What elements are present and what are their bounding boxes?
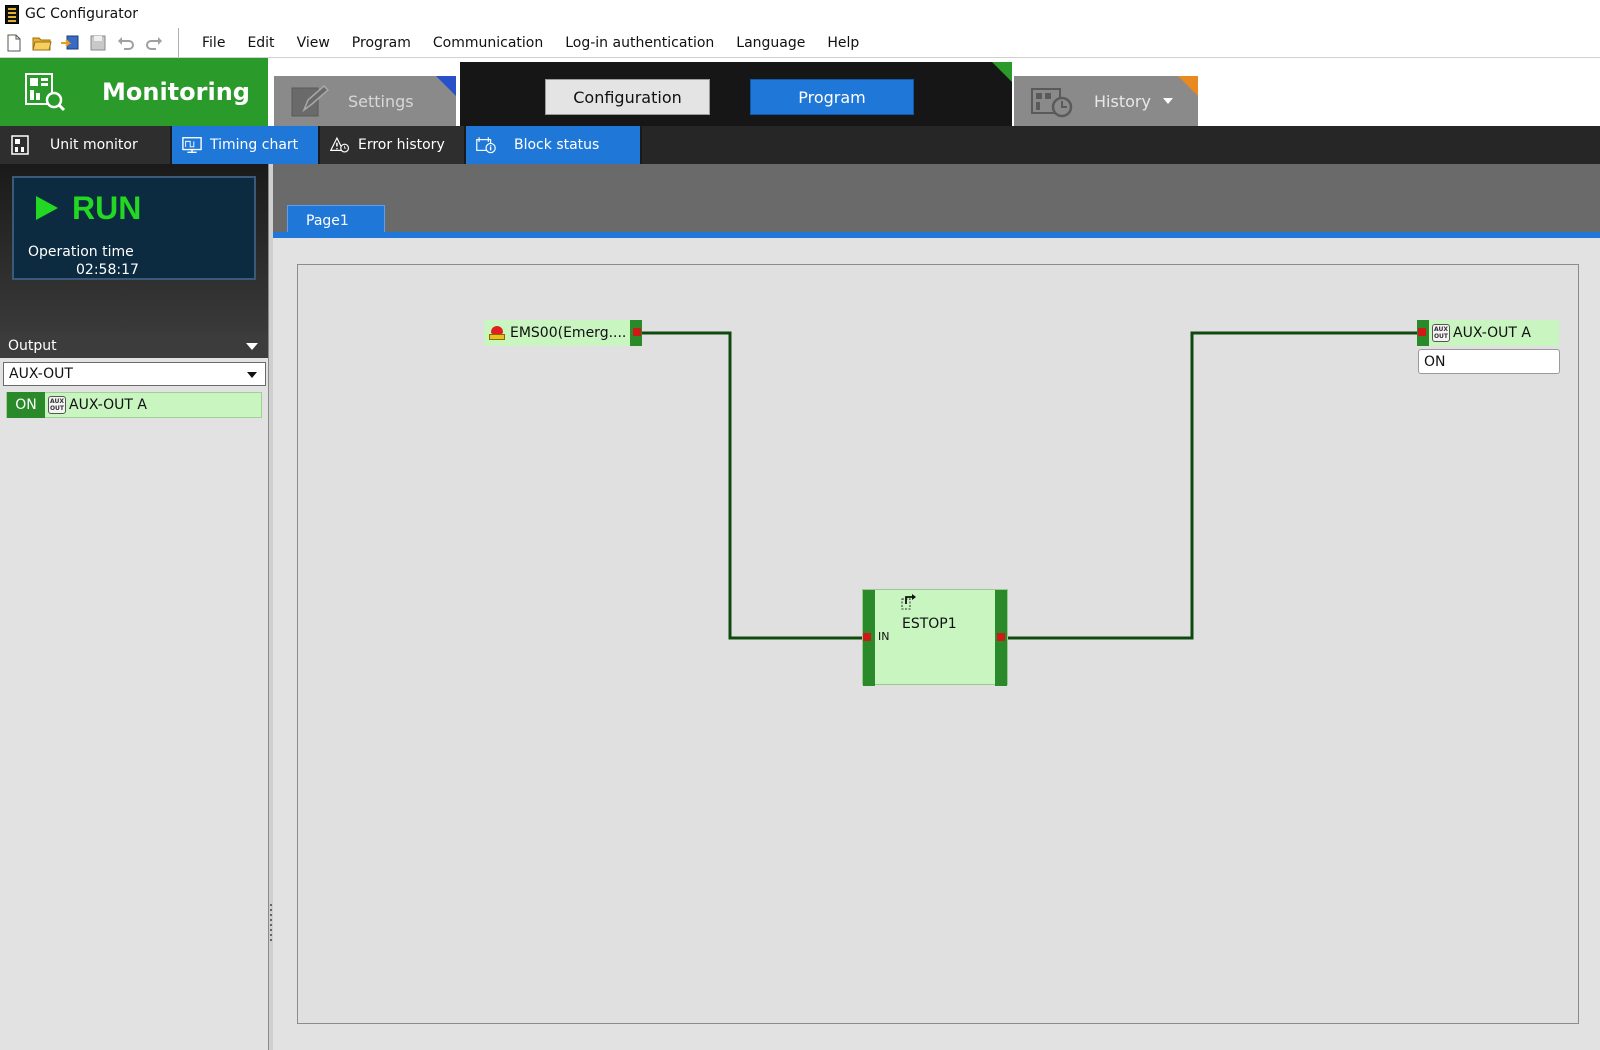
- estop-function-icon: [900, 594, 918, 612]
- aux-out-a-label: AUX-OUT A: [1453, 325, 1532, 341]
- aux-out-a-input-terminal[interactable]: [1417, 320, 1429, 346]
- tab-page1[interactable]: Page1: [287, 205, 385, 235]
- error-history-icon: [330, 135, 350, 155]
- block-status-icon: [476, 135, 496, 155]
- save-icon[interactable]: [88, 33, 108, 53]
- output-row-label: AUX-OUT A: [69, 397, 148, 413]
- chevron-down-icon[interactable]: [246, 343, 258, 350]
- history-label: History: [1094, 91, 1151, 111]
- operation-time-value: 02:58:17: [76, 262, 139, 278]
- estop1-name: ESTOP1: [902, 616, 957, 632]
- menu-language[interactable]: Language: [725, 35, 816, 51]
- splitter-grip[interactable]: [270, 904, 272, 944]
- configuration-program-area: Configuration Program: [460, 62, 1012, 126]
- redo-icon[interactable]: [144, 33, 164, 53]
- configuration-button[interactable]: Configuration: [545, 79, 710, 115]
- timing-chart-label: Timing chart: [210, 137, 299, 153]
- menu-edit[interactable]: Edit: [236, 35, 285, 51]
- subtab-unit-monitor[interactable]: Unit monitor: [0, 126, 172, 164]
- subtab-error-history[interactable]: Error history: [320, 126, 466, 164]
- monitor-magnifier-icon: [24, 72, 66, 112]
- new-file-icon[interactable]: [4, 33, 24, 53]
- output-panel-header[interactable]: Output: [0, 334, 270, 358]
- program-corner-marker: [992, 62, 1012, 82]
- run-state: RUN: [72, 190, 142, 226]
- output-state-badge: ON: [7, 392, 45, 418]
- app-icon: [5, 4, 19, 24]
- output-type-select[interactable]: AUX-OUT: [3, 362, 266, 386]
- run-status-box: RUN Operation time 02:58:17: [12, 176, 256, 280]
- ems00-output-terminal[interactable]: [630, 320, 642, 346]
- chevron-down-icon[interactable]: [247, 372, 257, 378]
- main-tab-header: Monitoring Settings Configuration Progra…: [0, 58, 1600, 126]
- settings-pencil-icon: [290, 84, 330, 118]
- settings-corner-marker: [436, 76, 456, 96]
- emergency-stop-icon: [488, 324, 506, 342]
- settings-label: Settings: [348, 91, 414, 111]
- tab-settings[interactable]: Settings: [274, 76, 456, 126]
- tab-monitoring[interactable]: Monitoring: [0, 58, 268, 126]
- ems00-input-block[interactable]: EMS00(Emerg....: [484, 320, 642, 346]
- window-title: GC Configurator: [25, 6, 139, 22]
- error-history-label: Error history: [358, 137, 445, 153]
- import-icon[interactable]: [60, 33, 80, 53]
- tab-history[interactable]: History: [1014, 76, 1198, 126]
- timing-chart-icon: [182, 135, 202, 155]
- title-bar: GC Configurator: [0, 0, 1600, 28]
- history-clock-icon: [1030, 83, 1074, 119]
- program-button[interactable]: Program: [750, 79, 914, 115]
- menu-program[interactable]: Program: [341, 35, 422, 51]
- quick-toolbar: [0, 28, 179, 57]
- play-icon: [36, 196, 58, 220]
- operation-time-label: Operation time: [28, 244, 134, 260]
- page-tab-strip: Page1: [273, 164, 1600, 238]
- status-area: RUN Operation time 02:58:17: [0, 164, 270, 334]
- output-header-label: Output: [8, 338, 57, 354]
- unit-monitor-label: Unit monitor: [50, 137, 138, 153]
- menu-view[interactable]: View: [286, 35, 341, 51]
- aux-out-icon: AUX OUT: [1432, 324, 1450, 342]
- menu-help[interactable]: Help: [816, 35, 870, 51]
- menu-file[interactable]: File: [191, 35, 236, 51]
- block-status-label: Block status: [514, 137, 600, 153]
- estop1-output-terminal[interactable]: [997, 633, 1005, 641]
- estop1-input-terminal[interactable]: [863, 633, 871, 641]
- estop1-function-block[interactable]: IN ESTOP1: [862, 589, 1008, 686]
- aux-out-icon: AUX OUT: [48, 396, 66, 414]
- output-type-selected: AUX-OUT: [9, 366, 73, 382]
- ems00-label: EMS00(Emerg....: [510, 325, 627, 341]
- open-folder-icon[interactable]: [32, 33, 52, 53]
- menu-bar: File Edit View Program Communication Log…: [0, 28, 1600, 58]
- unit-monitor-icon: [10, 135, 30, 155]
- aux-out-a-output-block[interactable]: AUX OUT AUX-OUT A: [1417, 320, 1559, 346]
- menu-communication[interactable]: Communication: [422, 35, 554, 51]
- estop1-input-label: IN: [878, 630, 890, 643]
- sub-tab-bar: Unit monitor Timing chart Error history …: [0, 126, 1600, 164]
- aux-out-a-status: ON: [1418, 349, 1560, 374]
- monitoring-title: Monitoring: [102, 78, 250, 106]
- page-tab-underline: [273, 232, 1600, 238]
- output-row[interactable]: ON AUX OUT AUX-OUT A: [6, 392, 262, 418]
- chevron-down-icon[interactable]: [1162, 98, 1173, 104]
- subtab-timing-chart[interactable]: Timing chart: [172, 126, 320, 164]
- undo-icon[interactable]: [116, 33, 136, 53]
- left-panel: RUN Operation time 02:58:17 Output AUX-O…: [0, 164, 270, 1050]
- menu-login-authentication[interactable]: Log-in authentication: [554, 35, 725, 51]
- program-canvas-area: Page1 EMS00(Emerg.... IN ESTOP1 AUX OUT: [273, 164, 1600, 1050]
- program-sheet[interactable]: EMS00(Emerg.... IN ESTOP1 AUX OUT AUX-OU…: [297, 264, 1579, 1024]
- history-corner-marker: [1178, 76, 1198, 96]
- subtab-block-status[interactable]: Block status: [466, 126, 642, 164]
